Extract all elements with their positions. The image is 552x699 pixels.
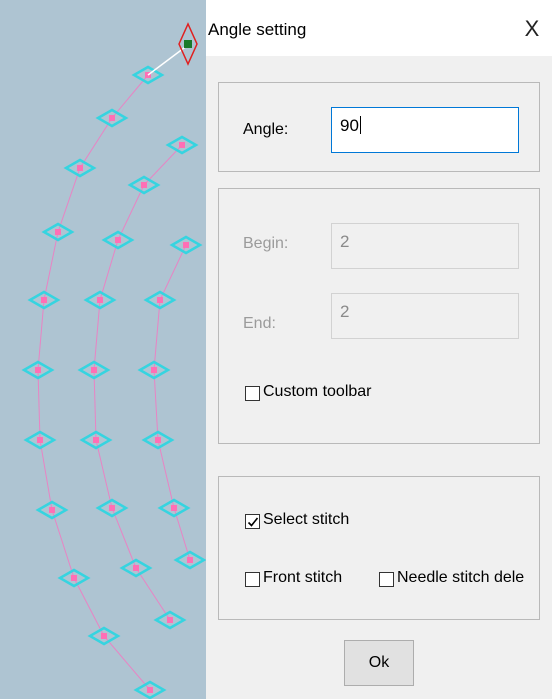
front-stitch-checkbox[interactable] [245,572,260,587]
stitch-point[interactable] [109,505,115,511]
stitch-pattern[interactable] [0,0,206,699]
angle-setting-dialog: Angle setting X Angle: 90 Begin: 2 End: … [206,0,552,699]
close-icon[interactable]: X [518,14,546,44]
custom-toolbar-checkbox[interactable] [245,386,260,401]
embroidery-canvas[interactable] [0,0,206,699]
stitch-point[interactable] [77,165,83,171]
ok-button[interactable]: Ok [344,640,414,686]
begin-value: 2 [340,232,350,251]
stitch-point[interactable] [71,575,77,581]
stitch-point[interactable] [101,633,107,639]
stitch-point[interactable] [109,115,115,121]
stitch-point[interactable] [41,297,47,303]
stitch-point[interactable] [91,367,97,373]
stitch-point[interactable] [147,687,153,693]
stitch-point[interactable] [155,437,161,443]
text-cursor [359,116,361,134]
stitch-point[interactable] [183,242,189,248]
stitch-point[interactable] [133,565,139,571]
stitch-point[interactable] [37,437,43,443]
dialog-title: Angle setting [208,20,307,39]
stitch-point[interactable] [141,182,147,188]
angle-value: 90 [340,116,359,135]
title-bar[interactable]: Angle setting X [206,0,552,56]
stitch-point[interactable] [157,297,163,303]
begin-input[interactable]: 2 [331,223,519,269]
stitch-point[interactable] [115,237,121,243]
end-value: 2 [340,302,350,321]
custom-toolbar-label[interactable]: Custom toolbar [263,383,372,401]
select-stitch-checkbox[interactable] [245,514,260,529]
angle-input[interactable]: 90 [331,107,519,153]
selected-stitch-point[interactable] [184,40,192,48]
front-stitch-label[interactable]: Front stitch [263,569,342,587]
end-label: End: [243,315,276,332]
needle-stitch-label[interactable]: Needle stitch dele [397,569,524,587]
stitch-point[interactable] [187,557,193,563]
stitch-point[interactable] [49,507,55,513]
stitch-line[interactable] [93,144,183,621]
stitch-point[interactable] [171,505,177,511]
checkmark-icon [247,517,259,527]
stitch-point[interactable] [93,437,99,443]
angle-label: Angle: [243,121,289,138]
stitch-point[interactable] [55,229,61,235]
needle-stitch-checkbox[interactable] [379,572,394,587]
stitch-point[interactable] [151,367,157,373]
end-input[interactable]: 2 [331,293,519,339]
options-group: Select stitch Front stitch Needle stitch… [218,476,540,620]
stitch-point[interactable] [167,617,173,623]
select-stitch-label[interactable]: Select stitch [263,511,349,529]
stitch-point[interactable] [97,297,103,303]
stitch-point[interactable] [35,367,41,373]
stitch-point[interactable] [179,142,185,148]
angle-group: Angle: 90 [218,82,540,172]
range-group: Begin: 2 End: 2 Custom toolbar [218,188,540,444]
begin-label: Begin: [243,235,289,252]
